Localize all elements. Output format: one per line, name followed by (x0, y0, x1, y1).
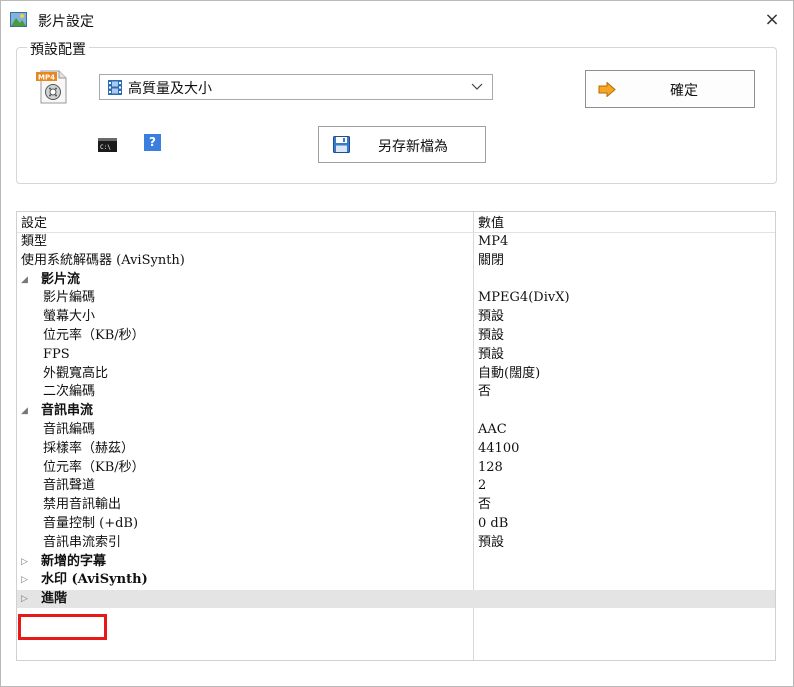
command-prompt-icon[interactable]: C:\ (98, 138, 117, 152)
grid-row-setting: 使用系統解碼器 (AviSynth) (21, 252, 185, 268)
video-settings-window: 影片設定 × 預設配置 MP4 高質量及大小 確定 C:\ ? 另存新檔為 設定… (0, 0, 794, 687)
grid-row-setting: 禁用音訊輸出 (43, 497, 122, 513)
grid-row-value: 44100 (478, 440, 520, 456)
grid-row[interactable]: 採樣率（赫茲） 44100 (17, 440, 775, 458)
header-setting: 設定 (21, 216, 48, 231)
settings-property-grid: 設定 數值 類型 MP4 使用系統解碼器 (AviSynth) 關閉 ◢ 影片流影片編碼 M… (16, 211, 776, 661)
grid-section-row[interactable]: ◢ 音訊串流 (17, 402, 775, 420)
grid-row-value: 預設 (478, 346, 505, 362)
picture-icon (10, 12, 27, 27)
floppy-disk-icon (333, 136, 350, 153)
close-button[interactable]: × (759, 7, 785, 33)
grid-row-setting: 音量控制 (+dB) (43, 516, 139, 531)
chevron-down-icon (471, 83, 483, 90)
grid-row-setting: 新增的字幕 (41, 553, 107, 569)
grid-row-value: MP4 (478, 234, 509, 249)
grid-row-value: AAC (478, 422, 507, 437)
grid-row-value: 預設 (478, 309, 505, 325)
grid-row-setting: 音訊編碼 (43, 422, 96, 437)
arrow-right-icon (598, 82, 616, 97)
preset-groupbox (16, 47, 777, 184)
grid-row[interactable]: 音量控制 (+dB) 0 dB (17, 515, 775, 533)
grid-row-value: 2 (478, 478, 487, 494)
help-icon[interactable]: ? (144, 134, 161, 151)
grid-row[interactable]: 位元率（KB/秒） 128 (17, 459, 775, 477)
collapsed-triangle-icon[interactable]: ▷ (21, 571, 28, 589)
grid-row-setting: 外觀寬高比 (43, 365, 109, 381)
grid-row[interactable]: FPS 預設 (17, 346, 775, 364)
save-as-new-label: 另存新檔為 (378, 139, 448, 155)
grid-row-value: 否 (478, 497, 492, 513)
grid-row-setting: 進階 (41, 591, 68, 607)
ok-button-label: 確定 (670, 83, 698, 99)
grid-row[interactable]: 位元率（KB/秒） 預設 (17, 327, 775, 345)
grid-row-setting: FPS (43, 346, 70, 362)
grid-row[interactable]: 音訊聲道 2 (17, 477, 775, 495)
svg-text:MP4: MP4 (38, 74, 55, 82)
grid-row[interactable]: 禁用音訊輸出 否 (17, 496, 775, 514)
title-bar: 影片設定 × (1, 1, 793, 41)
grid-row-value: 預設 (478, 534, 505, 550)
grid-row-value: 預設 (478, 328, 505, 343)
grid-section-row[interactable]: ▷ 水印 (AviSynth) (17, 571, 775, 589)
grid-row-setting: 二次編碼 (43, 384, 96, 400)
grid-row[interactable]: 音訊編碼 AAC (17, 421, 775, 439)
header-value: 數值 (478, 216, 505, 231)
grid-row-setting: 影片編碼 (43, 290, 96, 306)
grid-row-setting: 螢幕大小 (43, 309, 96, 325)
grid-row-setting: 影片流 (41, 271, 81, 287)
grid-row-setting: 音訊串流 (41, 403, 94, 419)
preset-dropdown[interactable]: 高質量及大小 (99, 74, 493, 100)
save-as-new-button[interactable]: 另存新檔為 (318, 126, 486, 163)
grid-row[interactable]: 類型 MP4 (17, 233, 775, 251)
svg-text:C:\: C:\ (100, 144, 111, 151)
grid-row-value: 0 dB (478, 516, 509, 531)
collapsed-triangle-icon[interactable]: ▷ (21, 553, 28, 571)
grid-row-setting: 採樣率（赫茲） (43, 440, 135, 456)
grid-section-row[interactable]: ◢ 影片流 (17, 271, 775, 289)
window-title: 影片設定 (38, 14, 94, 30)
grid-row[interactable]: 音訊串流索引 預設 (17, 534, 775, 552)
mp4-file-icon: MP4 (36, 70, 67, 104)
grid-row[interactable]: 二次編碼 否 (17, 383, 775, 401)
film-icon (108, 80, 122, 95)
grid-row-value: 關閉 (478, 252, 505, 268)
expanded-triangle-icon[interactable]: ◢ (21, 271, 28, 289)
grid-row-setting: 音訊聲道 (43, 478, 96, 494)
grid-row-setting: 水印 (AviSynth) (41, 572, 148, 588)
grid-row[interactable]: 外觀寬高比 自動(闊度) (17, 365, 775, 383)
grid-row-value: 128 (478, 459, 503, 475)
grid-row-setting: 位元率（KB/秒） (43, 459, 145, 475)
grid-section-row[interactable]: ▷ 進階 (17, 590, 775, 609)
grid-section-row[interactable]: ▷ 新增的字幕 (17, 553, 775, 571)
grid-row-value: 自動(闊度) (478, 365, 541, 381)
preset-group-label: 預設配置 (27, 39, 89, 59)
grid-row-setting: 類型 (21, 234, 48, 249)
grid-row-setting: 位元率（KB/秒） (43, 328, 145, 343)
grid-row-value: MPEG4(DivX) (478, 290, 570, 306)
grid-row-setting: 音訊串流索引 (43, 534, 122, 550)
grid-row-value: 否 (478, 384, 492, 400)
grid-row[interactable]: 影片編碼 MPEG4(DivX) (17, 289, 775, 307)
grid-row[interactable]: 使用系統解碼器 (AviSynth) 關閉 (17, 252, 775, 270)
preset-dropdown-value: 高質量及大小 (128, 81, 212, 97)
grid-row[interactable]: 螢幕大小 預設 (17, 308, 775, 326)
grid-header-row: 設定 數值 (17, 215, 775, 233)
ok-button[interactable]: 確定 (585, 70, 755, 108)
collapsed-triangle-icon[interactable]: ▷ (21, 590, 28, 608)
expanded-triangle-icon[interactable]: ◢ (21, 402, 28, 420)
